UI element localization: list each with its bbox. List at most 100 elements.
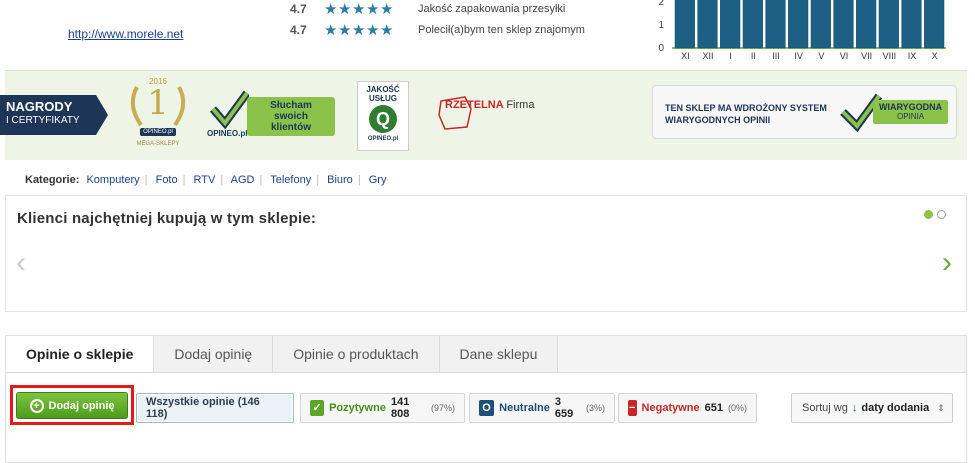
rzetelna-red: RZETELNA <box>445 99 504 111</box>
arrow-down-icon: ↓ <box>851 402 858 414</box>
verified-reviews-banner[interactable]: TEN SKLEP MA WDROŻONY SYSTEM WIARYGODNYC… <box>652 85 957 139</box>
chart-bar <box>856 0 877 49</box>
x-tick-label: III <box>772 51 780 61</box>
quality-text: JAKOŚĆ USŁUG <box>366 85 400 103</box>
awards-title: NAGRODY <box>6 99 73 114</box>
carousel-dot[interactable] <box>937 210 946 219</box>
filter-neutral-pct: (3%) <box>585 403 605 413</box>
x-tick-label: IX <box>908 51 917 61</box>
sort-label: Sortuj wg <box>802 402 848 414</box>
carousel-dots <box>924 210 946 219</box>
chart-bar <box>674 0 695 49</box>
filter-all-reviews[interactable]: Wszystkie opinie (146 118) <box>136 393 294 423</box>
listen-brand: OPINEO.pl <box>207 129 248 138</box>
service-quality-badge[interactable]: JAKOŚĆ USŁUG Q OPINEO.pl <box>357 81 409 151</box>
rating-score: 4.7 <box>290 23 307 37</box>
category-link[interactable]: Telefony <box>270 174 311 186</box>
chart-bar <box>720 0 741 49</box>
sort-value: daty dodania <box>861 402 930 414</box>
monthly-chart: 012XI XII I II III IV V VI VII VIII IX X <box>658 0 946 61</box>
chart-bar <box>742 0 763 49</box>
filter-positive[interactable]: ✓ Pozytywne 141 808 (97%) <box>300 393 465 423</box>
add-review-button[interactable]: + Dodaj opinię <box>16 392 128 419</box>
rzetelna-firma-badge[interactable]: RZETELNA Firma <box>435 93 535 133</box>
badge-caption: MEGA-SKLEPY <box>136 141 180 147</box>
rzetelna-black: Firma <box>506 99 535 111</box>
star-icon: ★ <box>324 21 338 39</box>
separator: | <box>144 174 148 186</box>
x-tick-label: X <box>932 51 938 61</box>
carousel-heading: Klienci najchętniej kupują w tym sklepie… <box>17 210 317 227</box>
y-tick-label: 1 <box>658 20 664 31</box>
rating-label: Jakość zapakowania przesyłki <box>418 3 566 15</box>
filter-negative-count: 651 <box>704 402 723 414</box>
chart-bar <box>878 0 899 49</box>
listen-text: Słucham swoich klientów <box>247 97 335 136</box>
listen-customers-badge[interactable]: Słucham swoich klientów OPINEO.pl <box>205 87 335 147</box>
star-icon: ★ <box>380 21 394 39</box>
filter-positive-pct: (97%) <box>430 403 455 413</box>
tab-product-reviews[interactable]: Opinie o produktach <box>273 336 440 372</box>
category-link[interactable]: RTV <box>194 174 216 186</box>
separator: | <box>220 174 224 186</box>
awards-band: NAGRODY I CERTYFIKATY 2016 1 OPINEO.pl M… <box>0 70 967 160</box>
rating-label: Polecił(a)bym ten sklep znajomym <box>418 24 585 36</box>
category-link[interactable]: Foto <box>156 174 178 186</box>
verified-pill-sub: OPINIA <box>897 112 925 121</box>
category-link[interactable]: Komputery <box>86 174 139 186</box>
tab-store-reviews[interactable]: Opinie o sklepie <box>6 336 155 373</box>
x-tick-label: V <box>818 51 824 61</box>
popular-products-carousel: Klienci najchętniej kupują w tym sklepie… <box>5 196 967 312</box>
star-icon: ★ <box>380 0 394 18</box>
carousel-dot[interactable] <box>924 210 933 219</box>
tab-bar: Opinie o sklepie Dodaj opinię Opinie o p… <box>6 336 559 373</box>
filter-negative[interactable]: − Negatywne 651 (0%) <box>618 393 757 423</box>
filter-neutral-count: 3 659 <box>554 396 574 420</box>
star-icon: ★ <box>338 0 352 18</box>
category-link[interactable]: Gry <box>369 174 387 186</box>
category-link[interactable]: Biuro <box>327 174 353 186</box>
x-tick-label: IV <box>794 51 803 61</box>
quality-q-icon: Q <box>369 105 397 133</box>
star-rating: ★ ★ ★ ★ ★ <box>324 2 404 17</box>
chart-bar <box>924 0 945 49</box>
filter-positive-count: 141 808 <box>390 396 410 420</box>
rzetelna-text: RZETELNA Firma <box>445 99 534 111</box>
tab-add-review[interactable]: Dodaj opinię <box>154 336 274 372</box>
verified-pill-text: WIARYGODNA <box>879 102 943 112</box>
rating-score: 4.7 <box>290 2 307 16</box>
sort-dropdown[interactable]: Sortuj wg ↓ daty dodania ⇕ <box>791 393 953 423</box>
x-tick-label: XI <box>681 51 690 61</box>
tab-store-data[interactable]: Dane sklepu <box>439 336 559 372</box>
verified-pill: WIARYGODNA OPINIA <box>873 100 949 124</box>
plus-circle-icon: + <box>29 398 44 413</box>
store-url-link[interactable]: http://www.morele.net <box>68 27 183 41</box>
mega-sklepy-badge[interactable]: 2016 1 OPINEO.pl MEGA-SKLEPY <box>125 77 191 157</box>
x-tick-label: XII <box>702 51 713 61</box>
separator: | <box>357 174 361 186</box>
separator: | <box>182 174 186 186</box>
filter-neutral-label: Neutralne <box>499 402 550 414</box>
x-tick-label: I <box>729 51 732 61</box>
rating-row: 4.7 ★ ★ ★ ★ ★ Jakość zapakowania przesyłki <box>290 1 565 17</box>
star-icon: ★ <box>366 21 380 39</box>
category-link[interactable]: AGD <box>231 174 255 186</box>
filter-negative-pct: (0%) <box>727 403 747 413</box>
check-icon: ✓ <box>310 400 325 416</box>
chevron-right-icon[interactable]: › <box>942 248 952 278</box>
separator: | <box>259 174 263 186</box>
star-icon: ★ <box>352 0 366 18</box>
chart-bar <box>901 0 922 49</box>
chart-bar <box>788 0 809 49</box>
filter-neutral[interactable]: O Neutralne 3 659 (3%) <box>469 393 615 423</box>
chart-bar <box>765 0 786 49</box>
star-icon: ★ <box>366 0 380 18</box>
chevron-left-icon[interactable]: ‹ <box>16 248 26 278</box>
chart-bar <box>697 0 718 49</box>
circle-icon: O <box>479 400 495 416</box>
star-icon: ★ <box>338 21 352 39</box>
x-tick-label: II <box>751 51 756 61</box>
categories-bar: Kategorie: Komputery | Foto | RTV | AGD | Te… <box>5 160 967 196</box>
filter-all-label: Wszystkie opinie (146 118) <box>146 396 260 420</box>
verified-text: TEN SKLEP MA WDROŻONY SYSTEM WIARYGODNYC… <box>665 103 827 125</box>
